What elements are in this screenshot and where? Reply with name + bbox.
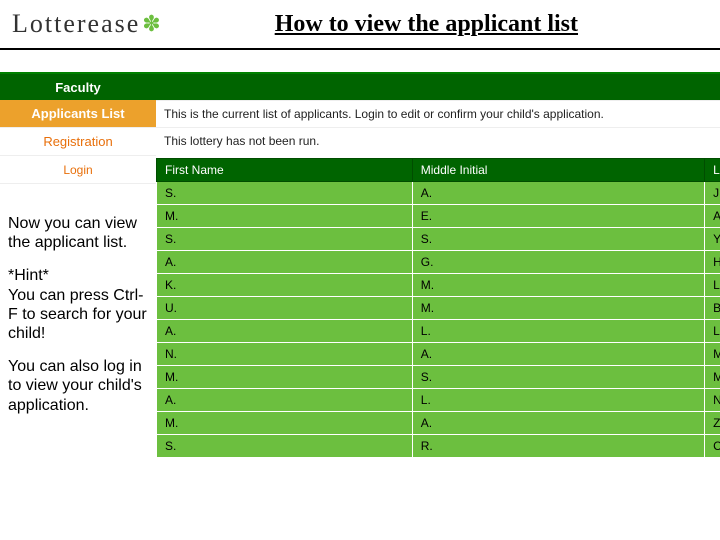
- cell-middle: M.: [412, 274, 704, 297]
- cell-first: A.: [157, 251, 413, 274]
- cell-first: M.: [157, 412, 413, 435]
- lottery-status: This lottery has not been run.: [156, 127, 720, 154]
- cell-first: M.: [157, 366, 413, 389]
- table-header-row: First Name Middle Initial La: [157, 159, 720, 182]
- cell-last: B.: [705, 297, 720, 320]
- hint-text: You can press Ctrl-F to search for your …: [8, 287, 147, 342]
- cell-last: L.: [705, 274, 720, 297]
- cell-first: S.: [157, 435, 413, 458]
- cell-last: Z.: [705, 412, 720, 435]
- cell-last: Y.: [705, 228, 720, 251]
- cell-last: L.: [705, 320, 720, 343]
- cell-last: C.: [705, 435, 720, 458]
- table-row: U.M.B.: [157, 297, 720, 320]
- main-spacer: [156, 50, 720, 74]
- table-row: S.R.C.: [157, 435, 720, 458]
- table-row: M.S.M.: [157, 366, 720, 389]
- cell-first: U.: [157, 297, 413, 320]
- cell-first: S.: [157, 228, 413, 251]
- table-row: A.L.L.: [157, 320, 720, 343]
- cell-last: H.: [705, 251, 720, 274]
- cell-first: M.: [157, 205, 413, 228]
- logo-text: Lotterease: [12, 9, 140, 39]
- cell-middle: G.: [412, 251, 704, 274]
- cell-first: N.: [157, 343, 413, 366]
- logo: Lotterease ✽: [0, 9, 163, 39]
- cell-first: A.: [157, 389, 413, 412]
- cell-last: N.: [705, 389, 720, 412]
- cell-first: K.: [157, 274, 413, 297]
- flower-icon: ✽: [142, 11, 162, 37]
- cell-middle: S.: [412, 366, 704, 389]
- cell-middle: L.: [412, 320, 704, 343]
- cell-last: M.: [705, 343, 720, 366]
- col-last: La: [705, 159, 720, 182]
- nav-applicants-list[interactable]: Applicants List: [0, 100, 156, 128]
- table-row: A.G.H.: [157, 251, 720, 274]
- cell-last: J.: [705, 182, 720, 205]
- intro-text: This is the current list of applicants. …: [156, 100, 720, 127]
- cell-middle: M.: [412, 297, 704, 320]
- cell-middle: A.: [412, 412, 704, 435]
- table-row: S.S.Y.: [157, 228, 720, 251]
- slide-header: Lotterease ✽ How to view the applicant l…: [0, 0, 720, 50]
- cell-middle: A.: [412, 182, 704, 205]
- col-middle-initial: Middle Initial: [412, 159, 704, 182]
- faculty-header: Faculty: [0, 74, 156, 100]
- note-hint: *Hint* You can press Ctrl-F to search fo…: [8, 266, 148, 343]
- col-first-name: First Name: [157, 159, 413, 182]
- table-row: K.M.L.: [157, 274, 720, 297]
- applicant-table: First Name Middle Initial La S.A.J.M.E.A…: [156, 158, 720, 458]
- cell-first: A.: [157, 320, 413, 343]
- main-green-header: [156, 74, 720, 100]
- nav-login[interactable]: Login: [0, 156, 156, 184]
- cell-middle: A.: [412, 343, 704, 366]
- applicant-table-wrap: First Name Middle Initial La S.A.J.M.E.A…: [156, 158, 720, 458]
- slide-title: How to view the applicant list: [163, 11, 720, 38]
- cell-middle: S.: [412, 228, 704, 251]
- cell-middle: L.: [412, 389, 704, 412]
- cell-middle: E.: [412, 205, 704, 228]
- cell-last: A.: [705, 205, 720, 228]
- cell-middle: R.: [412, 435, 704, 458]
- nav-registration[interactable]: Registration: [0, 128, 156, 156]
- table-row: A.L.N.: [157, 389, 720, 412]
- main-panel: This is the current list of applicants. …: [156, 50, 720, 458]
- table-row: M.A.Z.: [157, 412, 720, 435]
- cell-last: M.: [705, 366, 720, 389]
- note-view: Now you can view the applicant list.: [8, 214, 148, 252]
- hint-label: *Hint*: [8, 267, 49, 284]
- sidebar-spacer: [0, 50, 156, 74]
- instruction-notes: Now you can view the applicant list. *Hi…: [8, 214, 148, 429]
- table-row: M.E.A.: [157, 205, 720, 228]
- table-row: N.A.M.: [157, 343, 720, 366]
- cell-first: S.: [157, 182, 413, 205]
- note-login: You can also log in to view your child's…: [8, 357, 148, 415]
- table-row: S.A.J.: [157, 182, 720, 205]
